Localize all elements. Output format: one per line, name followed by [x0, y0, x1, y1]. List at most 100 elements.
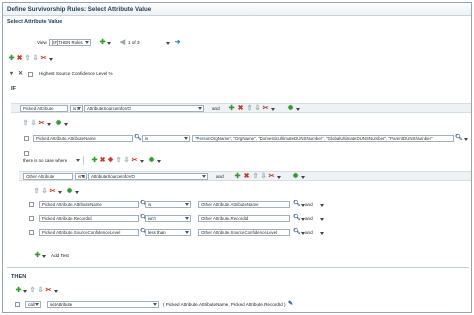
exists-up-icon[interactable]: ⇧ — [115, 157, 122, 164]
separator — [7, 267, 469, 268]
cond-right-field[interactable]: Other Attribute.SourceConfidenceLevel — [198, 229, 290, 236]
cond-connector-menu-icon[interactable] — [320, 232, 324, 235]
cond-gear-icon[interactable]: ✹ — [55, 120, 62, 127]
cond1-checkbox[interactable] — [24, 136, 29, 141]
cond-cut-icon[interactable]: ✂ — [38, 120, 45, 127]
exists-row-gear-menu-icon[interactable] — [301, 176, 305, 179]
cond-right-field[interactable]: Other Attribute.RecordId — [198, 215, 290, 222]
cond-operator-select[interactable]: isn't — [145, 215, 191, 222]
exists-row-cut-icon[interactable]: ✂ — [268, 173, 275, 180]
delete-icon[interactable]: ✖ — [16, 55, 23, 62]
then-add-icon[interactable]: ✚ — [15, 287, 22, 294]
if-delete-icon[interactable]: ✖ — [237, 105, 244, 112]
cond-checkbox[interactable] — [29, 202, 34, 207]
exists-checkbox[interactable] — [24, 151, 29, 156]
cond-gear-menu-icon[interactable] — [64, 123, 68, 126]
cond-left-field[interactable]: Picked Attribute.AttributeName — [39, 201, 139, 208]
add-rule-icon[interactable]: ✚ — [99, 39, 106, 46]
cond-operator-select[interactable]: is — [145, 201, 191, 208]
exists-row-delete-icon[interactable]: ✖ — [243, 173, 250, 180]
inner-menu-icon[interactable] — [58, 191, 62, 194]
inner-down-icon[interactable]: ⇩ — [41, 188, 48, 195]
cond-connector-menu-icon[interactable] — [320, 218, 324, 221]
add-test-icon[interactable]: ✚ — [34, 252, 41, 259]
then-cut-icon[interactable]: ✂ — [45, 287, 52, 294]
then-up-icon[interactable]: ⇧ — [29, 287, 36, 294]
exists-attribute-field[interactable]: Other Attribute — [23, 173, 73, 180]
if-down-icon[interactable]: ⇩ — [254, 105, 261, 112]
if-attribute-field[interactable]: Picked Attribute — [20, 105, 68, 112]
inner-gear-menu-icon[interactable] — [75, 191, 79, 194]
cond-right-search-icon[interactable]: 🔍︎ — [293, 215, 301, 222]
cond-down-icon[interactable]: ⇩ — [30, 120, 37, 127]
cond-left-field[interactable]: Picked Attribute.SourceConfidenceLevel — [39, 229, 139, 236]
exists-gear-icon[interactable]: ✹ — [148, 157, 155, 164]
if-operator-select[interactable]: is a — [70, 105, 83, 112]
cond1-left-search-icon[interactable]: 🔍︎ — [134, 135, 142, 142]
exists-select[interactable]: there is no case where — [21, 158, 81, 165]
inner-cut-icon[interactable]: ✂ — [49, 188, 56, 195]
exists-operator-select[interactable]: is a — [75, 173, 87, 180]
if-up-icon[interactable]: ⇧ — [246, 105, 253, 112]
exists-row-up-icon[interactable]: ⇧ — [252, 173, 259, 180]
cond1-right-search-icon[interactable]: 🔍︎ — [455, 135, 463, 142]
cond-checkbox[interactable] — [29, 230, 34, 235]
if-gear-icon[interactable]: ✹ — [287, 105, 294, 112]
cond-checkbox[interactable] — [29, 216, 34, 221]
next-icon[interactable]: ➜ — [174, 39, 181, 46]
exists-row-add-icon[interactable]: ✚ — [234, 173, 241, 180]
previous-icon[interactable]: ◀ — [119, 39, 126, 46]
exists-down-icon[interactable]: ⇩ — [123, 157, 130, 164]
move-down-icon[interactable]: ⇩ — [32, 55, 39, 62]
add-test-link[interactable]: Add Test — [51, 253, 69, 259]
then-action-select[interactable]: call — [25, 301, 41, 308]
add-rule-menu-icon[interactable] — [107, 42, 111, 45]
cut-icon[interactable]: ✂ — [40, 55, 47, 62]
cond-right-search-icon[interactable]: 🔍︎ — [293, 201, 301, 208]
view-select[interactable]: [IF]THEN Rules — [49, 39, 91, 46]
move-up-icon[interactable]: ⇧ — [24, 55, 31, 62]
cond-right-search-icon[interactable]: 🔍︎ — [293, 229, 301, 236]
rule-name: Highest Source Confidence Level % — [39, 71, 113, 76]
then-checkbox[interactable] — [15, 302, 20, 307]
pager-menu-icon[interactable] — [166, 42, 170, 45]
exists-copy-icon[interactable]: ❖ — [107, 157, 114, 164]
cond-up-icon[interactable]: ⇧ — [22, 120, 29, 127]
exists-value-select[interactable]: AttributeSourceInfoVO — [88, 173, 208, 180]
then-function-select[interactable]: setAttribute — [47, 301, 159, 308]
cond1-operator-select[interactable]: is — [142, 135, 190, 142]
cond-menu-icon[interactable] — [47, 123, 51, 126]
then-down-icon[interactable]: ⇩ — [37, 287, 44, 294]
exists-row-menu-icon[interactable] — [277, 176, 281, 179]
expand-icon[interactable]: ▾ — [8, 71, 15, 78]
actions-menu-icon[interactable] — [49, 58, 53, 61]
if-cut-icon[interactable]: ✂ — [262, 105, 269, 112]
inner-up-icon[interactable]: ⇧ — [33, 188, 40, 195]
then-edit-icon[interactable]: ✎ — [287, 301, 294, 308]
exists-delete-icon[interactable]: ✖ — [99, 157, 106, 164]
add-icon[interactable]: ✚ — [8, 55, 15, 62]
cond1-menu-icon[interactable] — [464, 138, 468, 141]
collapse-rule-icon[interactable]: ✕ — [17, 71, 24, 78]
add-test-menu-icon[interactable] — [42, 255, 46, 258]
cond-left-field[interactable]: Picked Attribute.RecordId — [39, 215, 139, 222]
exists-row-gear-icon[interactable]: ✹ — [292, 173, 299, 180]
cond1-left-field[interactable]: Picked Attribute.AttributeName — [33, 135, 133, 142]
then-menu-icon[interactable] — [54, 290, 58, 293]
if-add-icon[interactable]: ✚ — [228, 105, 235, 112]
cond-right-field[interactable]: Other Attribute.AttributeName — [198, 201, 290, 208]
cond1-right-field[interactable]: "PersonOrgName", "OrgName", "DomesticUlt… — [192, 135, 454, 142]
cond-connector-menu-icon[interactable] — [320, 204, 324, 207]
if-value-select[interactable]: AttributeSourceInfoVO — [84, 105, 204, 112]
exists-cut-icon[interactable]: ✂ — [131, 157, 138, 164]
cond-operator-select[interactable]: less than — [145, 229, 191, 236]
exists-row-down-icon[interactable]: ⇩ — [260, 173, 267, 180]
if-gear-menu-icon[interactable] — [296, 108, 300, 111]
rule-checkbox[interactable] — [28, 72, 33, 77]
then-add-menu-icon[interactable] — [23, 290, 27, 293]
exists-menu-icon[interactable] — [140, 160, 144, 163]
exists-add-icon[interactable]: ✚ — [91, 157, 98, 164]
if-menu-icon[interactable] — [271, 108, 275, 111]
exists-gear-menu-icon[interactable] — [157, 160, 161, 163]
inner-gear-icon[interactable]: ✹ — [66, 188, 73, 195]
